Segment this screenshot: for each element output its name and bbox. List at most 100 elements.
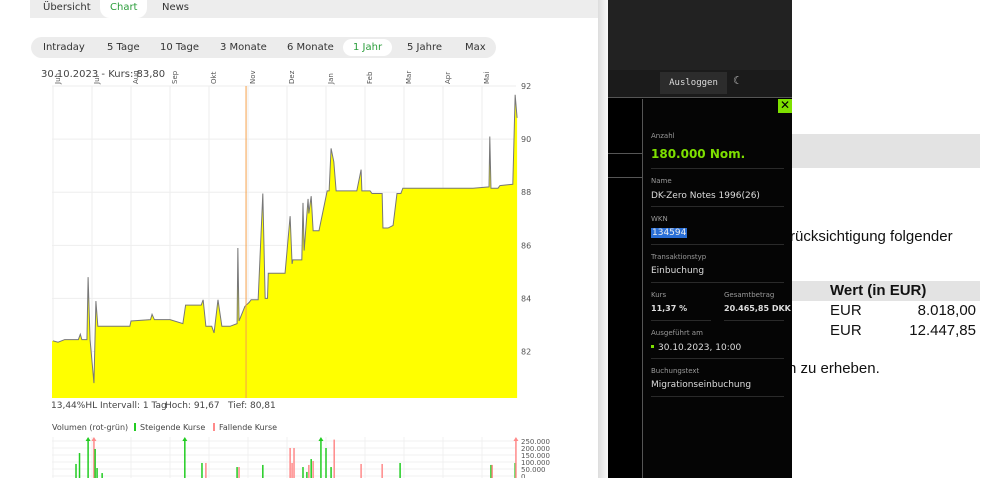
doc-row-currency: EUR [830,302,862,319]
volume-bar [201,462,203,478]
divider [608,153,642,154]
volume-bar [262,464,264,478]
volume-bar [291,462,293,478]
kurs-label: Kurs [651,291,667,299]
divider [651,244,784,245]
volume-bar [306,471,308,478]
date-label: Ausgeführt am [651,329,703,337]
volume-bar [184,440,186,478]
panel-header [608,0,792,70]
date-text: 30.10.2023, 10:00 [658,343,742,353]
doc-row-value: 12.447,85 [909,322,976,339]
volume-bar [236,467,238,478]
betrag-value: 20.465,85 DKK [724,304,791,313]
legend-down-swatch [213,423,215,431]
volume-bar [320,440,322,478]
volume-tick-label: 0 [521,473,525,478]
month-label: Mar [405,71,413,84]
y-tick-label: 86 [521,241,531,250]
betrag-label: Gesamtbetrag [724,291,775,299]
volume-bar [330,467,332,478]
month-label: Aug [132,70,140,84]
name-label: Name [651,177,672,185]
anzahl-label: Anzahl [651,132,675,140]
divider [651,206,784,207]
date-value: 30.10.2023, 10:00 [651,343,741,353]
volume-bar [238,467,240,478]
y-tick-label: 82 [521,348,531,357]
volume-overflow-arrow-icon [318,437,324,441]
legend-down-label: Fallende Kurse [219,423,278,432]
legend-down: Fallende Kurse [213,423,277,432]
legend-up-label: Steigende Kurse [140,423,206,432]
stat-high: Hoch: 91,67 [165,401,220,411]
divider [608,177,642,178]
y-tick-label: 88 [521,188,531,197]
volume-bar [381,463,383,478]
name-value: DK-Zero Notes 1996(26) [651,191,760,201]
buchungstext-label: Buchungstext [651,367,700,375]
volume-bar [75,463,77,478]
kurs-value: 11,37 % [651,304,688,313]
month-label: Jun [54,73,62,85]
anzahl-value: 180.000 Nom. [651,147,746,161]
divider [651,358,784,359]
volume-bar [360,463,362,478]
divider [724,320,784,321]
logout-button[interactable]: Ausloggen [660,72,727,94]
volume-bar [310,459,312,478]
month-label: Dez [288,70,296,84]
month-label: Okt [210,71,218,84]
volume-bar [101,473,103,478]
doc-col-wert: Wert (in EUR) [830,282,927,299]
month-label: Jul [93,75,101,85]
month-label: Jan [327,73,335,85]
stat-low: Tief: 80,81 [228,401,276,411]
volume-overflow-arrow-icon [85,437,91,441]
volume-bar [293,448,295,478]
status-dot-icon [651,345,654,348]
volume-bar [289,448,291,478]
wkn-value[interactable]: 134594 [651,228,688,238]
volume-bar [308,464,310,478]
volume-bar [87,440,89,478]
y-tick-label: 84 [521,294,531,303]
stat-hl: 13,44%HL [51,401,98,411]
legend-up-swatch [134,423,136,431]
month-label: Mai [483,72,491,84]
volume-bar [491,464,493,478]
volume-bar [312,461,314,478]
doc-text-line: rücksichtigung folgender [790,228,953,245]
volume-overflow-arrow-icon [182,437,188,441]
volume-bar [96,468,98,478]
y-tick-label: 90 [521,135,531,144]
typ-value: Einbuchung [651,266,705,276]
volume-bar [515,440,517,478]
y-tick-label: 92 [521,82,531,91]
divider [651,282,784,283]
close-icon[interactable]: ✕ [778,99,792,113]
divider [651,396,784,397]
month-label: Apr [444,72,452,84]
moon-icon[interactable]: ☾ [733,74,743,87]
volume-overflow-arrow-icon [513,437,519,441]
volume-bar [94,448,96,478]
month-label: Feb [366,71,374,84]
month-label: Nov [249,70,257,84]
volume-bar [399,462,401,478]
typ-label: Transaktionstyp [651,253,707,261]
month-label: Sep [171,70,179,84]
buchungstext-value: Migrationseinbuchung [651,380,752,390]
volume-bar [205,462,207,478]
doc-text-line: n zu erheben. [788,360,880,377]
stat-interval: Intervall: 1 Tag [100,401,167,411]
doc-row-value: 8.018,00 [917,302,976,319]
divider [651,168,784,169]
legend-up: Steigende Kurse [134,423,205,432]
divider [651,320,711,321]
doc-row-currency: EUR [830,322,862,339]
volume-bar [333,439,335,478]
wkn-label: WKN [651,215,668,223]
volume-bar [325,448,327,478]
volume-legend-title: Volumen (rot-grün) [52,423,129,432]
